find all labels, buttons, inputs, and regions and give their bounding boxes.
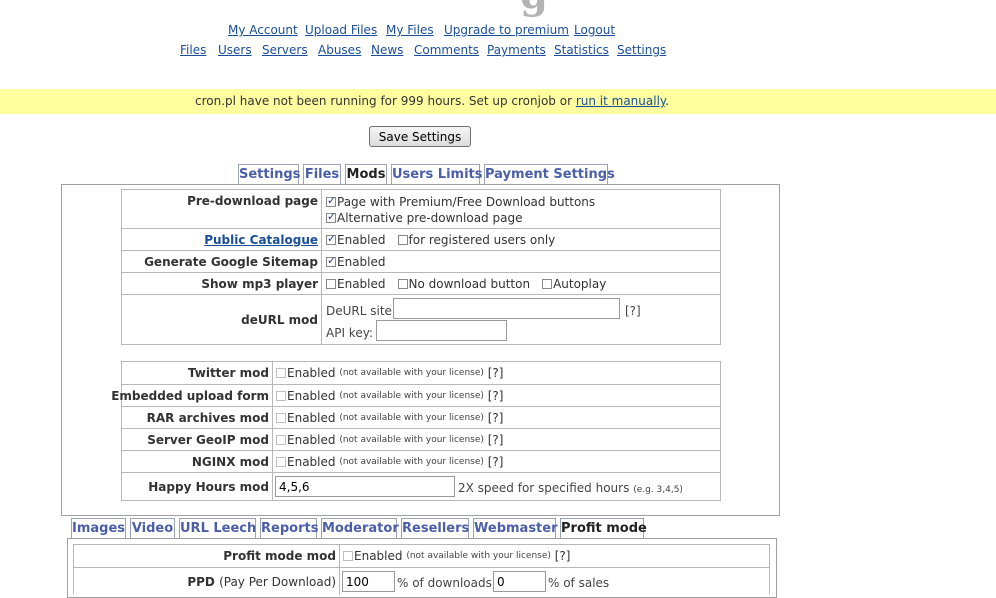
row-happy-hours: Happy Hours mod 2X speed for specified h…: [122, 472, 720, 500]
row-google-sitemap: Generate Google Sitemap Enabled: [122, 250, 720, 272]
embedded-label: Embedded upload form: [111, 385, 273, 406]
tab-users-limits[interactable]: Users Limits: [391, 164, 482, 184]
nav-servers[interactable]: Servers: [262, 43, 308, 57]
twitter-checkbox[interactable]: [276, 368, 286, 378]
profit-help[interactable]: [?]: [555, 549, 571, 563]
license-mods-table: Twitter mod Enabled (not available with …: [111, 361, 721, 501]
nav-comments[interactable]: Comments: [414, 43, 479, 57]
twitter-help[interactable]: [?]: [488, 366, 504, 380]
cron-warning-message: cron.pl have not been running for 999 ho…: [195, 94, 670, 108]
mp3-label: Show mp3 player: [122, 273, 322, 294]
row-rar-archives: RAR archives mod Enabled (not available …: [122, 406, 720, 428]
tab-webmaster[interactable]: Webmaster: [473, 518, 558, 538]
profit-table: Profit mode mod Enabled (not available w…: [73, 544, 770, 595]
geoip-label: Server GeoIP mod: [122, 429, 273, 450]
tab-mods[interactable]: Mods: [345, 164, 387, 185]
nav-my-files[interactable]: My Files: [386, 23, 434, 37]
predownload-alt-checkbox[interactable]: [326, 210, 336, 223]
nav-my-account[interactable]: My Account: [228, 23, 298, 37]
nav-users[interactable]: Users: [218, 43, 252, 57]
tab-profit-mode[interactable]: Profit mode: [560, 518, 647, 539]
nav-files[interactable]: Files: [180, 43, 206, 57]
row-mp3-player: Show mp3 player Enabled No download butt…: [122, 272, 720, 294]
nav-statistics[interactable]: Statistics: [554, 43, 609, 57]
predownload-premium-checkbox[interactable]: [326, 194, 336, 207]
nginx-checkbox[interactable]: [276, 456, 286, 467]
tab-moderator[interactable]: Moderator: [321, 518, 399, 538]
profit-mode-label: Profit mode mod: [74, 545, 340, 567]
tab-images[interactable]: Images: [71, 518, 126, 538]
rar-help[interactable]: [?]: [488, 411, 504, 425]
catalogue-registered-checkbox[interactable]: [397, 234, 408, 245]
deurl-api-label: API key:: [326, 326, 373, 340]
run-manually-link[interactable]: run it manually: [576, 94, 665, 108]
deurl-site-label: DeURL site:: [326, 304, 396, 318]
mods-table: Pre-download page Page with Premium/Free…: [121, 189, 721, 345]
row-ppd: PPD (Pay Per Download) % of downloads, %…: [74, 567, 769, 595]
tab-video[interactable]: Video: [130, 518, 175, 538]
nav-upgrade-premium[interactable]: Upgrade to premium: [444, 23, 569, 37]
embedded-help[interactable]: [?]: [488, 389, 504, 403]
deurl-label: deURL mod: [122, 295, 322, 344]
tab-settings[interactable]: Settings: [238, 164, 300, 184]
nav-upload-files[interactable]: Upload Files: [305, 23, 377, 37]
mp3-enabled-checkbox[interactable]: [326, 278, 336, 289]
row-embedded-upload: Embedded upload form Enabled (not availa…: [111, 384, 720, 406]
tab-payment-settings[interactable]: Payment Settings: [484, 164, 615, 184]
nav-payments[interactable]: Payments: [487, 43, 546, 57]
cron-warning-bar: cron.pl have not been running for 999 ho…: [0, 89, 996, 114]
profit-mode-checkbox[interactable]: [343, 551, 353, 561]
geoip-checkbox[interactable]: [276, 434, 286, 445]
nav-news[interactable]: News: [371, 43, 403, 57]
save-settings-button[interactable]: Save Settings: [369, 126, 471, 147]
embedded-checkbox[interactable]: [276, 390, 286, 401]
nginx-help[interactable]: [?]: [488, 455, 504, 469]
public-catalogue-link[interactable]: Public Catalogue: [204, 233, 318, 247]
deurl-site-input[interactable]: [393, 298, 620, 319]
happy-hours-input[interactable]: [275, 476, 455, 497]
deurl-help[interactable]: [?]: [625, 304, 641, 318]
sitemap-enabled-checkbox[interactable]: [326, 254, 336, 267]
tab-resellers[interactable]: Resellers: [401, 518, 469, 538]
site-logo: g: [520, 0, 550, 15]
row-deurl: deURL mod DeURL site: [?] API key:: [122, 294, 720, 344]
mp3-autoplay-checkbox[interactable]: [542, 278, 553, 289]
twitter-label: Twitter mod: [122, 362, 273, 384]
nav-abuses[interactable]: Abuses: [318, 43, 361, 57]
deurl-api-input[interactable]: [376, 320, 507, 341]
happy-hours-label: Happy Hours mod: [122, 473, 273, 500]
row-profit-mode: Profit mode mod Enabled (not available w…: [74, 545, 769, 567]
ppd-downloads-input[interactable]: [342, 571, 395, 592]
geoip-help[interactable]: [?]: [488, 433, 504, 447]
rar-label: RAR archives mod: [122, 407, 273, 428]
ppd-label: PPD (Pay Per Download): [74, 568, 340, 595]
tab-reports[interactable]: Reports: [260, 518, 318, 538]
tab-files[interactable]: Files: [303, 164, 341, 184]
nav-settings[interactable]: Settings: [617, 43, 666, 57]
sitemap-label: Generate Google Sitemap: [122, 251, 322, 272]
nav-logout[interactable]: Logout: [574, 23, 615, 37]
predownload-label: Pre-download page: [122, 190, 322, 228]
row-twitter: Twitter mod Enabled (not available with …: [122, 362, 720, 384]
nginx-label: NGINX mod: [122, 451, 273, 472]
row-public-catalogue: Public Catalogue Enabled for registered …: [122, 228, 720, 250]
row-predownload: Pre-download page Page with Premium/Free…: [122, 190, 720, 228]
catalogue-enabled-checkbox[interactable]: [326, 232, 336, 245]
ppd-sales-input[interactable]: [493, 571, 546, 592]
happy-hours-desc: 2X speed for specified hours (e.g. 3,4,5…: [458, 481, 683, 495]
rar-checkbox[interactable]: [276, 412, 286, 423]
row-nginx: NGINX mod Enabled (not available with yo…: [122, 450, 720, 472]
tab-url-leech[interactable]: URL Leech: [179, 518, 256, 538]
row-server-geoip: Server GeoIP mod Enabled (not available …: [122, 428, 720, 450]
mp3-nodownload-checkbox[interactable]: [397, 278, 408, 289]
